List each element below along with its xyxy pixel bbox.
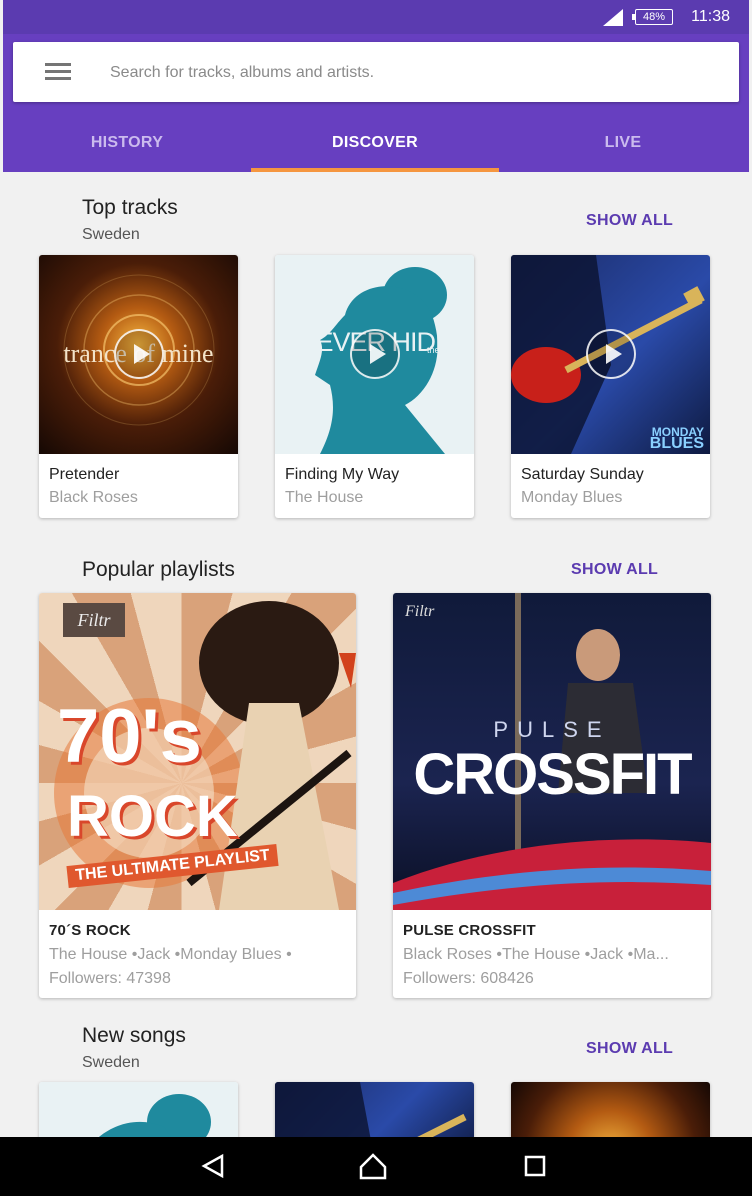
popular-playlists-title: Popular playlists xyxy=(82,558,235,581)
new-songs-show-all-button[interactable]: SHOW ALL xyxy=(586,1040,673,1058)
track-card[interactable]: NEVER HIDE the house Finding My Way The … xyxy=(275,255,474,518)
filtr-logo: Filtr xyxy=(63,603,125,637)
track-title: Saturday Sunday xyxy=(521,466,644,483)
track-title: Finding My Way xyxy=(285,466,400,483)
hamburger-menu-icon[interactable] xyxy=(45,63,71,81)
artwork-text-crossfit: CROSSFIT xyxy=(413,742,692,807)
top-tracks-show-all-button[interactable]: SHOW ALL xyxy=(586,212,673,230)
playlist-followers: Followers: 608426 xyxy=(403,970,534,987)
track-artwork: NEVER HIDE the house xyxy=(275,255,474,454)
top-tracks-subtitle: Sweden xyxy=(82,226,140,243)
new-songs-title: New songs xyxy=(82,1024,186,1047)
playlist-artists: The House •Jack •Monday Blues • xyxy=(49,946,292,963)
search-input[interactable] xyxy=(108,56,712,90)
artwork-text-pulse: PULSE xyxy=(493,717,611,742)
track-artwork: trance of mine xyxy=(39,255,238,454)
playlist-card[interactable]: Filtr 70's ROCK THE ULTIMATE PLAYLIST 70… xyxy=(39,593,356,998)
playlist-title: 70´S ROCK xyxy=(49,922,131,939)
top-tracks-title: Top tracks xyxy=(82,196,178,219)
playlist-artists: Black Roses •The House •Jack •Ma... xyxy=(403,946,669,963)
track-artist: Monday Blues xyxy=(521,489,623,506)
track-artwork: MONDAY BLUES xyxy=(511,255,710,454)
artwork-subtext: BLUES xyxy=(649,435,704,452)
new-songs-subtitle: Sweden xyxy=(82,1054,140,1071)
app-frame: 48% 11:38 HISTORY DISCOVER LIVE Top trac… xyxy=(3,0,749,1196)
filtr-logo: Filtr xyxy=(405,603,435,620)
play-button-icon[interactable] xyxy=(350,329,400,379)
signal-icon xyxy=(603,9,623,26)
status-clock: 11:38 xyxy=(691,8,730,25)
tab-discover[interactable]: DISCOVER xyxy=(251,120,499,172)
playlist-artwork: Filtr PULSE CROSSFIT xyxy=(393,593,711,910)
track-card[interactable]: MONDAY BLUES Saturday Sunday Monday Blue… xyxy=(511,255,710,518)
playlist-followers: Followers: 47398 xyxy=(49,970,171,987)
playlist-artwork: Filtr 70's ROCK THE ULTIMATE PLAYLIST xyxy=(39,593,356,910)
system-navigation-bar xyxy=(0,1137,752,1196)
search-bar xyxy=(13,42,739,102)
play-button-icon[interactable] xyxy=(114,329,164,379)
artwork-text-70s: 70's xyxy=(57,694,202,779)
back-icon[interactable] xyxy=(198,1151,228,1181)
play-button-icon[interactable] xyxy=(586,329,636,379)
tab-live[interactable]: LIVE xyxy=(499,120,747,172)
tab-history[interactable]: HISTORY xyxy=(3,120,251,172)
battery-indicator: 48% xyxy=(632,9,673,25)
status-bar: 48% 11:38 xyxy=(3,0,749,34)
artwork-text-rock: ROCK xyxy=(67,784,238,849)
artwork-subtext: the house xyxy=(427,345,467,355)
app-bar: HISTORY DISCOVER LIVE xyxy=(3,34,749,172)
playlist-card[interactable]: Filtr PULSE CROSSFIT PULSE CROSSFIT Blac… xyxy=(393,593,711,998)
home-icon[interactable] xyxy=(358,1151,388,1181)
tab-indicator xyxy=(251,168,499,172)
track-card[interactable]: trance of mine Pretender Black Roses xyxy=(39,255,238,518)
track-title: Pretender xyxy=(49,466,120,483)
recent-apps-icon[interactable] xyxy=(520,1151,550,1181)
track-artist: Black Roses xyxy=(49,489,138,506)
popular-playlists-show-all-button[interactable]: SHOW ALL xyxy=(571,561,658,579)
track-artist: The House xyxy=(285,489,364,506)
playlist-title: PULSE CROSSFIT xyxy=(403,922,536,939)
tab-bar: HISTORY DISCOVER LIVE xyxy=(3,120,749,172)
